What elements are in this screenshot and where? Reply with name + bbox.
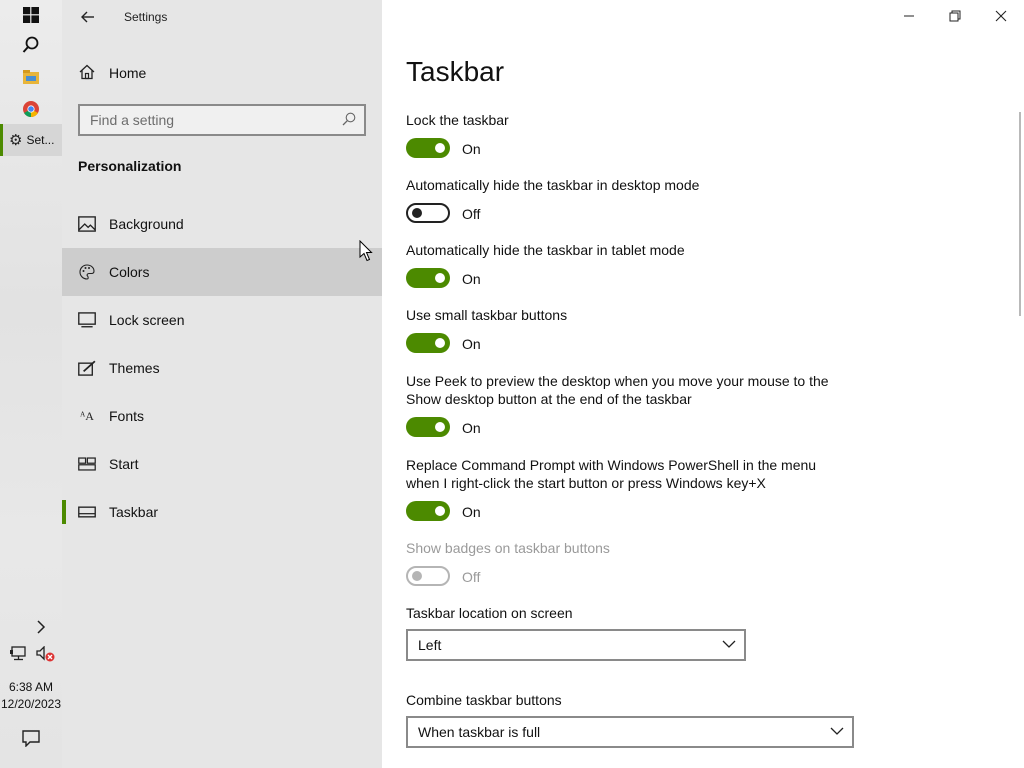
chrome-button[interactable]: [0, 94, 62, 124]
chevron-right-icon[interactable]: [36, 620, 46, 639]
toggle-state: Off: [462, 206, 481, 222]
sidebar-item-themes[interactable]: Themes: [62, 344, 382, 392]
clock-time[interactable]: 6:38 AM: [0, 680, 62, 694]
sidebar-item-label: Colors: [109, 264, 150, 280]
sidebar-item-start[interactable]: Start: [62, 440, 382, 488]
windows-logo-icon: [23, 7, 39, 23]
mouse-cursor-icon: [359, 240, 373, 262]
setting-label: Show badges on taskbar buttons: [406, 540, 610, 556]
combine-label: Combine taskbar buttons: [406, 692, 562, 708]
taskbar-search-button[interactable]: [0, 30, 62, 60]
powershell-toggle[interactable]: [406, 501, 450, 521]
sidebar-item-label: Fonts: [109, 408, 145, 424]
combine-buttons-dropdown[interactable]: When taskbar is full: [406, 716, 854, 748]
toggle-state: Off: [462, 569, 481, 585]
palette-icon: [79, 264, 95, 280]
toggle-state: On: [462, 504, 481, 520]
taskbar-location-dropdown[interactable]: Left: [406, 629, 746, 661]
setting-label: Automatically hide the taskbar in deskto…: [406, 177, 700, 193]
restore-icon: [949, 10, 961, 22]
toggle-state: On: [462, 141, 481, 157]
minimize-button[interactable]: [886, 0, 932, 32]
settings-taskbar-button[interactable]: ⚙ Set...: [0, 124, 62, 156]
page-title: Taskbar: [406, 56, 505, 87]
location-label: Taskbar location on screen: [406, 605, 573, 621]
restore-button[interactable]: [932, 0, 978, 32]
back-arrow-icon: [81, 11, 94, 23]
toggle-state: On: [462, 336, 481, 352]
lock-screen-icon: [78, 312, 96, 328]
scrollbar[interactable]: [1019, 112, 1021, 316]
minimize-icon: [904, 15, 914, 17]
peek-toggle[interactable]: [406, 417, 450, 437]
chevron-down-icon: [830, 727, 844, 735]
badges-toggle: [406, 566, 450, 586]
app-title: Settings: [124, 10, 168, 24]
toggle-state: On: [462, 420, 481, 436]
search-icon: [342, 112, 356, 126]
dropdown-value: When taskbar is full: [418, 724, 541, 740]
setting-label: Use Peek to preview the desktop when you…: [406, 373, 829, 407]
file-explorer-button[interactable]: [0, 62, 62, 92]
clock-date[interactable]: 12/20/2023: [0, 697, 62, 711]
sidebar-item-lock-screen[interactable]: Lock screen: [62, 296, 382, 344]
back-button[interactable]: [76, 6, 100, 28]
nav-home[interactable]: Home: [62, 57, 382, 89]
notification-icon: [22, 730, 40, 748]
setting-label: Automatically hide the taskbar in tablet…: [406, 242, 685, 258]
home-icon: [79, 64, 95, 80]
dropdown-value: Left: [418, 637, 442, 653]
setting-label: Lock the taskbar: [406, 112, 509, 128]
picture-icon: [78, 216, 96, 232]
settings-taskbar-label: Set...: [26, 133, 55, 147]
settings-nav-pane: Settings Home Find a setting Personaliza…: [62, 0, 382, 768]
toggle-state: On: [462, 271, 481, 287]
volume-muted-icon[interactable]: [36, 646, 56, 662]
chevron-down-icon: [722, 640, 736, 648]
sidebar-item-label: Themes: [109, 360, 160, 376]
system-tray: [10, 646, 56, 662]
autohide-desktop-toggle[interactable]: [406, 203, 450, 223]
search-icon: [22, 36, 39, 53]
active-indicator: [0, 124, 3, 156]
close-button[interactable]: [978, 0, 1024, 32]
settings-main-pane: Taskbar Lock the taskbar On Automaticall…: [382, 0, 1024, 768]
lock-taskbar-toggle[interactable]: [406, 138, 450, 158]
taskbar: ⚙ Set... 6:38 AM 12/20/2023: [0, 0, 62, 768]
close-icon: [995, 10, 1007, 22]
sidebar-item-fonts[interactable]: ᴬA Fonts: [62, 392, 382, 440]
setting-label: Replace Command Prompt with Windows Powe…: [406, 457, 817, 491]
start-button[interactable]: [0, 0, 62, 30]
chrome-icon: [23, 101, 39, 117]
nav-home-label: Home: [109, 65, 147, 81]
start-tiles-icon: [78, 457, 96, 471]
autohide-tablet-toggle[interactable]: [406, 268, 450, 288]
search-input[interactable]: Find a setting: [78, 104, 366, 136]
sidebar-item-colors[interactable]: Colors: [62, 248, 382, 296]
sidebar-item-label: Start: [109, 456, 139, 472]
action-center-button[interactable]: [22, 730, 40, 752]
nav-section-title: Personalization: [78, 158, 182, 174]
setting-label: Use small taskbar buttons: [406, 307, 568, 323]
sidebar-item-label: Lock screen: [109, 312, 185, 328]
file-explorer-icon: [23, 70, 39, 84]
network-icon[interactable]: [10, 646, 28, 662]
font-icon: ᴬA: [80, 408, 94, 423]
sidebar-item-label: Background: [109, 216, 184, 232]
brush-icon: [78, 360, 96, 376]
sidebar-item-background[interactable]: Background: [62, 200, 382, 248]
gear-icon: ⚙: [9, 132, 23, 149]
sidebar-item-label: Taskbar: [109, 504, 159, 520]
sidebar-item-taskbar[interactable]: Taskbar: [62, 488, 382, 536]
search-placeholder: Find a setting: [90, 112, 175, 128]
small-buttons-toggle[interactable]: [406, 333, 450, 353]
taskbar-icon: [78, 506, 96, 518]
selected-indicator: [62, 500, 66, 524]
